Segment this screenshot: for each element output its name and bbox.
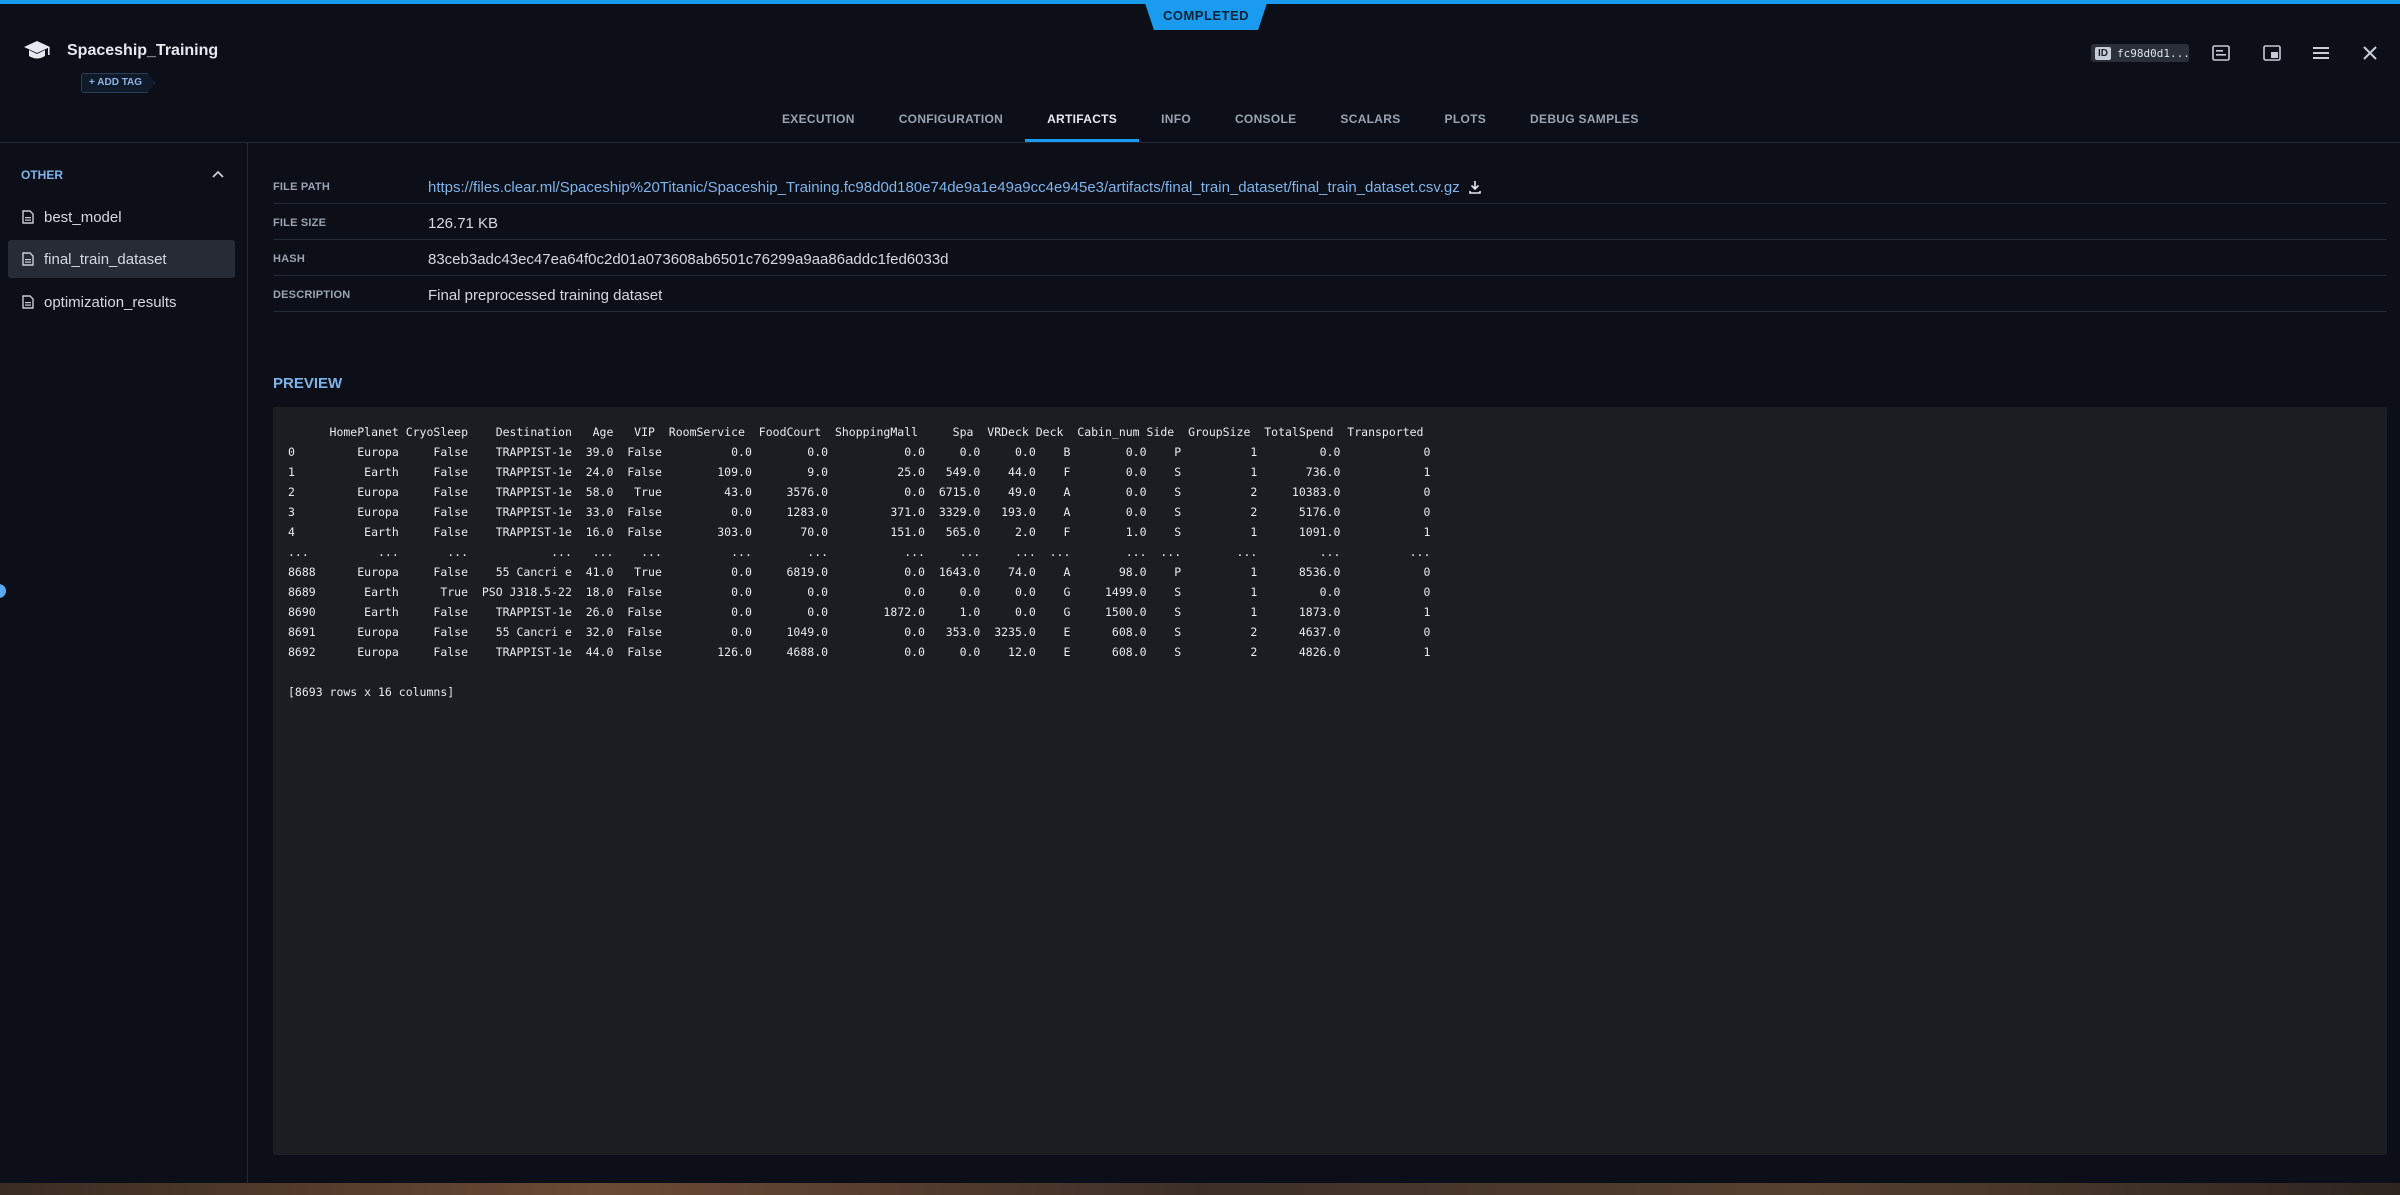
description-row: DESCRIPTION Final preprocessed training … [273, 276, 2387, 312]
tab-artifacts[interactable]: ARTIFACTS [1025, 104, 1140, 142]
task-tabs: EXECUTION CONFIGURATION ARTIFACTS INFO C… [760, 104, 1661, 142]
hash-value: 83ceb3adc43ec47ea64f0c2d01a073608ab6501c… [428, 250, 949, 268]
tab-debug-samples[interactable]: DEBUG SAMPLES [1508, 104, 1661, 142]
sidebar-item-best-model[interactable]: best_model [8, 198, 235, 236]
preview-title: PREVIEW [273, 375, 343, 392]
tab-console[interactable]: CONSOLE [1213, 104, 1318, 142]
graduation-cap-icon [24, 41, 50, 59]
file-path-row: FILE PATH https://files.clear.ml/Spacesh… [273, 168, 2387, 204]
header-divider [0, 142, 2400, 143]
tab-info[interactable]: INFO [1139, 104, 1213, 142]
tab-plots[interactable]: PLOTS [1423, 104, 1509, 142]
sidebar-group-title: OTHER [21, 168, 63, 182]
close-icon[interactable] [2359, 42, 2381, 64]
download-icon[interactable] [1468, 180, 1482, 194]
menu-icon[interactable] [2310, 42, 2332, 64]
chevron-up-icon[interactable] [210, 167, 226, 183]
add-tag-button[interactable]: + ADD TAG [81, 73, 156, 93]
id-label: ID [2095, 46, 2111, 60]
details-icon[interactable] [2210, 42, 2232, 64]
task-id-chip[interactable]: ID fc98d0d1... [2091, 44, 2190, 62]
sidebar-item-optimization-results[interactable]: optimization_results [8, 283, 235, 321]
tab-configuration[interactable]: CONFIGURATION [877, 104, 1025, 142]
sidebar-item-label: final_train_dataset [44, 250, 167, 268]
task-title: Spaceship_Training [67, 42, 219, 59]
file-size-label: FILE SIZE [273, 216, 327, 229]
file-path-label: FILE PATH [273, 180, 330, 193]
description-label: DESCRIPTION [273, 288, 351, 301]
hash-row: HASH 83ceb3adc43ec47ea64f0c2d01a073608ab… [273, 240, 2387, 276]
tab-scalars[interactable]: SCALARS [1318, 104, 1422, 142]
file-path-link[interactable]: https://files.clear.ml/Spaceship%20Titan… [428, 179, 1482, 196]
file-icon [22, 252, 34, 266]
sidebar-item-final-train-dataset[interactable]: final_train_dataset [8, 240, 235, 278]
id-value: fc98d0d1... [2117, 46, 2190, 60]
panel-icon[interactable] [2261, 42, 2283, 64]
file-size-row: FILE SIZE 126.71 KB [273, 204, 2387, 240]
description-value: Final preprocessed training dataset [428, 286, 663, 304]
artifacts-sidebar: OTHER best_model final_train_dataset opt… [0, 143, 248, 1183]
hash-label: HASH [273, 252, 305, 265]
file-icon [22, 210, 34, 224]
sidebar-item-label: optimization_results [44, 293, 177, 311]
file-size-value: 126.71 KB [428, 214, 499, 232]
desktop-background-strip [0, 1183, 2400, 1195]
tab-execution[interactable]: EXECUTION [760, 104, 877, 142]
file-path-text: https://files.clear.ml/Spaceship%20Titan… [428, 178, 1460, 196]
file-icon [22, 295, 34, 309]
preview-panel: HomePlanet CryoSleep Destination Age VIP… [273, 407, 2387, 1155]
dataframe-preview: HomePlanet CryoSleep Destination Age VIP… [288, 425, 1431, 699]
sidebar-item-label: best_model [44, 208, 122, 226]
